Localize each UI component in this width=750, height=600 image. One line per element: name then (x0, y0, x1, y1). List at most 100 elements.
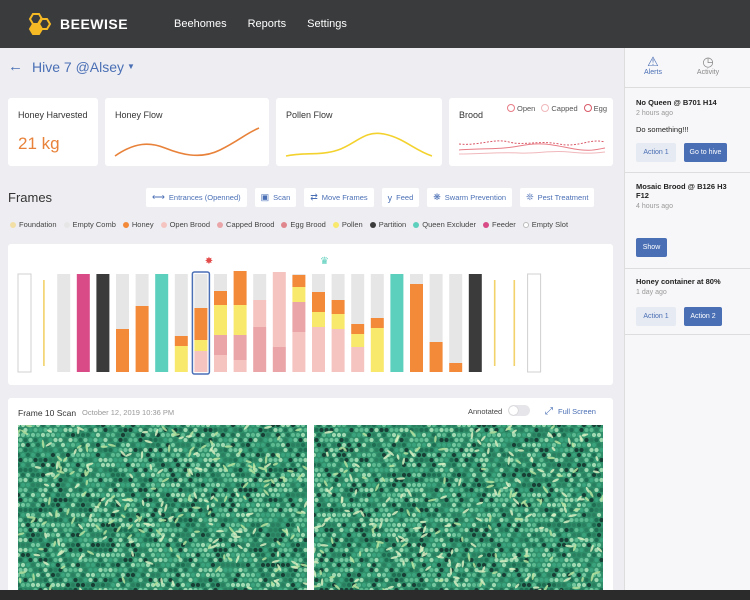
frame-segment (194, 277, 208, 308)
nav-reports[interactable]: Reports (248, 18, 287, 30)
legend-open-brood: Open Brood (160, 220, 210, 229)
frame-segment (214, 291, 227, 305)
frame-segment (135, 274, 149, 277)
pollen-flow-card[interactable]: Pollen Flow (276, 98, 442, 166)
action-label: Pest Treatment (537, 193, 589, 202)
frame-segment (233, 335, 247, 360)
nav-beehomes[interactable]: Beehomes (174, 18, 227, 30)
action-label: Entrances (Openned) (168, 193, 241, 202)
frame-segment (194, 274, 208, 277)
frame-segment (370, 363, 384, 372)
frame-segment (253, 277, 267, 300)
frame-segment (292, 302, 306, 332)
frame-segment (155, 274, 169, 372)
back-arrow-icon[interactable]: ← (8, 58, 24, 75)
show-button[interactable]: Show (636, 238, 667, 257)
legend-label: Empty Comb (72, 220, 116, 229)
frame-segment (312, 292, 325, 312)
frame-segment (429, 274, 443, 277)
frame-segment (292, 274, 306, 275)
action-1-button[interactable]: Action 1 (636, 307, 676, 326)
scan-image-right[interactable] (314, 425, 603, 590)
frame-segment (174, 336, 188, 346)
legend-dot (332, 221, 339, 228)
annotated-toggle[interactable] (508, 405, 530, 416)
honeycomb-photo (18, 425, 307, 590)
honey-flow-sparkline (114, 127, 260, 157)
legend-label: Egg Brood (290, 220, 326, 229)
legend-empty-slot: Empty Slot (522, 220, 568, 229)
entrances-button[interactable]: ⟷ Entrances (Openned) (146, 188, 247, 207)
bug-icon: ❊ (526, 192, 534, 202)
frame-segment (253, 300, 267, 327)
feed-button[interactable]: y Feed (381, 188, 420, 207)
frames-visual[interactable]: ✸ ♛ (8, 244, 613, 385)
brand-name: BEEWISE (60, 16, 129, 32)
sidebar-tabs: ⚠ Alerts ◷ Activity (625, 48, 750, 88)
tab-alerts[interactable]: ⚠ Alerts (628, 54, 678, 76)
frame-segment (96, 274, 110, 372)
action-2-button[interactable]: Action 2 (684, 307, 722, 326)
frame-segment (43, 280, 45, 366)
frame-segment (410, 277, 423, 284)
action-label: Swarm Prevention (444, 193, 507, 202)
frame-segment (116, 329, 129, 372)
frame-segment (194, 351, 208, 372)
scan-title: Frame 10 Scan (18, 408, 77, 418)
frame-segment (174, 346, 188, 372)
action-1-button[interactable]: Action 1 (636, 143, 676, 162)
frame-segment (331, 314, 345, 329)
frame-segment (233, 271, 247, 305)
bottom-bar (0, 590, 750, 600)
move-frames-button[interactable]: ⇄ Move Frames (304, 188, 374, 207)
full-screen-label: Full Screen (558, 407, 596, 416)
frame-segment (449, 363, 463, 372)
swarm-prevention-button[interactable]: ❋ Swarm Prevention (427, 188, 513, 207)
frame-segment (429, 342, 443, 372)
frame-segment (292, 275, 306, 287)
legend-egg-brood: Egg Brood (281, 220, 326, 229)
honeycomb-logo-icon (28, 13, 52, 35)
frame-segment (312, 312, 325, 327)
alert-time: 4 hours ago (636, 203, 673, 210)
frames-title: Frames (8, 190, 53, 205)
frame-segment (331, 300, 345, 314)
legend-pollen: Pollen (332, 220, 363, 229)
frame-marker-icon: ♛ (320, 256, 329, 267)
go-to-hive-button[interactable]: Go to hive (684, 143, 727, 162)
honey-flow-card[interactable]: Honey Flow (105, 98, 269, 166)
hive-title[interactable]: Hive 7 @Alsey (32, 59, 124, 75)
action-label: Move Frames (321, 193, 368, 202)
main-content: ← Hive 7 @Alsey ▼ Honey Harvested 21 kg … (0, 48, 624, 590)
legend-label: Queen Excluder (422, 220, 477, 229)
nav-settings[interactable]: Settings (307, 18, 347, 30)
legend-queen-excluder: Queen Excluder (413, 220, 476, 229)
legend-dot (369, 221, 376, 228)
frame-actions: ⟷ Entrances (Openned) ▣ Scan ⇄ Move Frames … (146, 188, 595, 207)
tab-label: Alerts (644, 69, 662, 76)
top-bar: BEEWISE Beehomes Reports Settings (0, 0, 750, 48)
hive-header: ← Hive 7 @Alsey ▼ (8, 58, 135, 75)
legend-label: Honey (131, 220, 154, 229)
full-screen-button[interactable]: ⤢ Full Screen (545, 406, 596, 417)
alert-item: Mosaic Brood @ B126 H3 F12 4 hours ago (625, 182, 750, 210)
frame-segment (331, 329, 345, 372)
alert-time: 1 day ago (636, 289, 667, 296)
frame-segment (390, 274, 404, 372)
frame-segment (272, 317, 286, 347)
frame-segment (351, 277, 365, 324)
brand-logo[interactable]: BEEWISE (24, 10, 128, 38)
alert-title: Mosaic Brood @ B126 H3 F12 (636, 182, 727, 200)
chevron-down-icon[interactable]: ▼ (127, 62, 135, 71)
pest-treatment-button[interactable]: ❊ Pest Treatment (520, 188, 595, 207)
brood-card[interactable]: Brood Open Capped Egg (449, 98, 613, 166)
frame-segment (233, 360, 247, 372)
frame-segment (410, 274, 423, 277)
tab-activity[interactable]: ◷ Activity (683, 54, 733, 76)
frame-segment (135, 306, 149, 372)
frame-segment (513, 280, 516, 366)
frame-segment (233, 320, 247, 335)
scan-image-left[interactable] (18, 425, 307, 590)
brood-sparkline (458, 140, 606, 155)
scan-button[interactable]: ▣ Scan (254, 188, 297, 207)
